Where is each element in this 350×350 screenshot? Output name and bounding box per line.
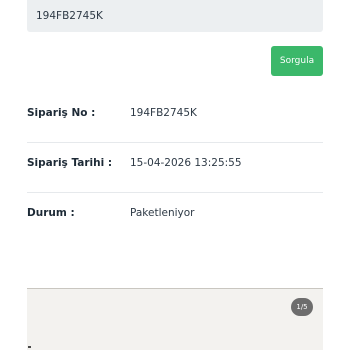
- carousel-page-indicator: 1/5: [291, 298, 313, 316]
- order-status-value: Paketleniyor: [130, 207, 195, 219]
- order-number-input[interactable]: [27, 0, 323, 32]
- order-status-row: Durum : Paketleniyor: [27, 193, 323, 242]
- order-details: Sipariş No : 194FB2745K Sipariş Tarihi :…: [27, 93, 323, 242]
- product-image-fragment: [28, 346, 31, 348]
- order-date-row: Sipariş Tarihi : 15-04-2026 13:25:55: [27, 143, 323, 193]
- order-number-row: Sipariş No : 194FB2745K: [27, 93, 323, 143]
- order-tracking-page: Sorgula Sipariş No : 194FB2745K Sipariş …: [0, 0, 350, 350]
- query-button[interactable]: Sorgula: [271, 46, 323, 76]
- order-number-value: 194FB2745K: [130, 107, 197, 119]
- order-status-label: Durum :: [27, 207, 75, 219]
- product-image-carousel[interactable]: [27, 288, 323, 350]
- order-number-label: Sipariş No :: [27, 107, 96, 119]
- order-date-value: 15-04-2026 13:25:55: [130, 157, 242, 169]
- order-date-label: Sipariş Tarihi :: [27, 157, 113, 169]
